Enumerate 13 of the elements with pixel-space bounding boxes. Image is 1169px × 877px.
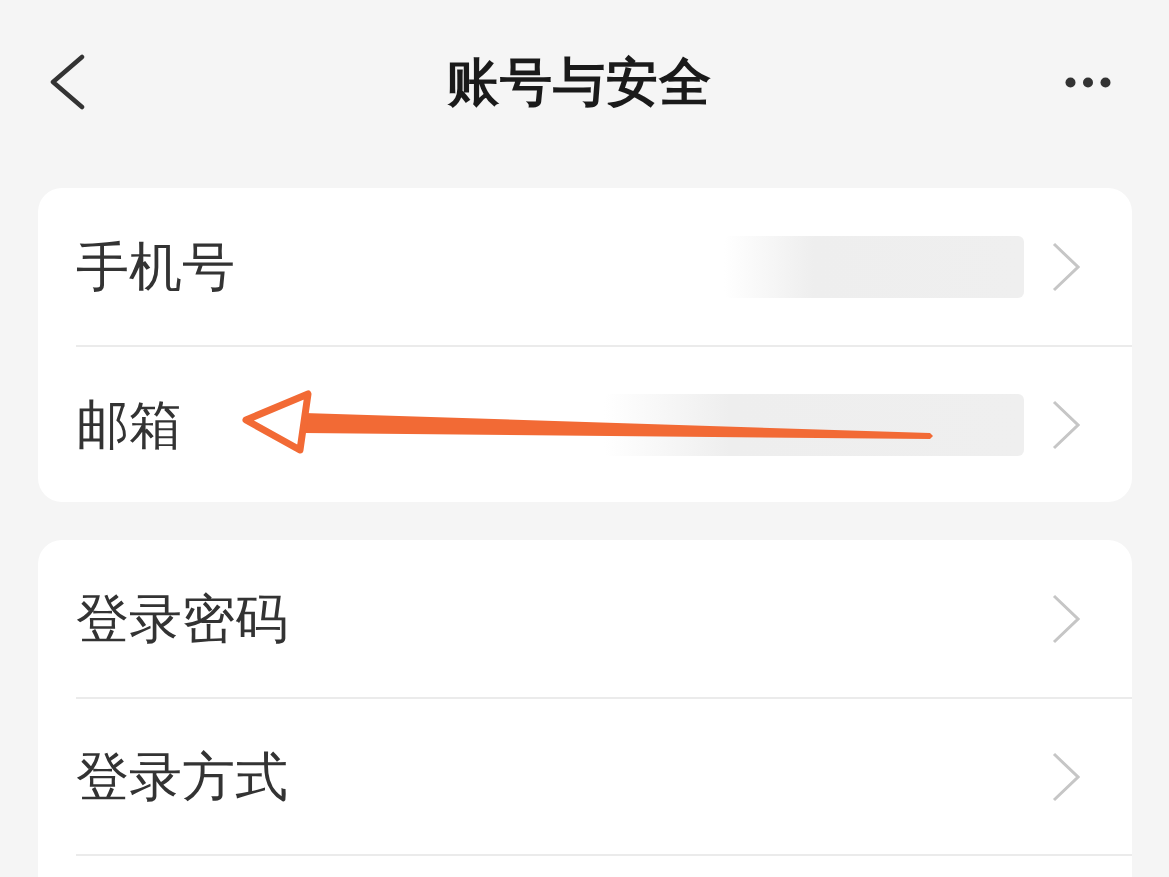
back-button[interactable] — [48, 54, 86, 110]
setting-label: 登录方式 — [76, 744, 288, 809]
back-chevron-icon — [48, 54, 86, 110]
chevron-right-icon — [1052, 751, 1080, 802]
page-title: 账号与安全 — [447, 50, 712, 114]
more-dots-icon — [1065, 76, 1111, 88]
setting-label: 邮箱 — [76, 392, 182, 457]
chevron-right-icon — [1052, 241, 1080, 292]
setting-label: 登录密码 — [76, 586, 288, 651]
more-button[interactable] — [1065, 76, 1111, 88]
chevron-right-icon — [1052, 399, 1080, 450]
setting-label: 手机号 — [76, 234, 235, 299]
chevron-right-icon — [1052, 593, 1080, 644]
